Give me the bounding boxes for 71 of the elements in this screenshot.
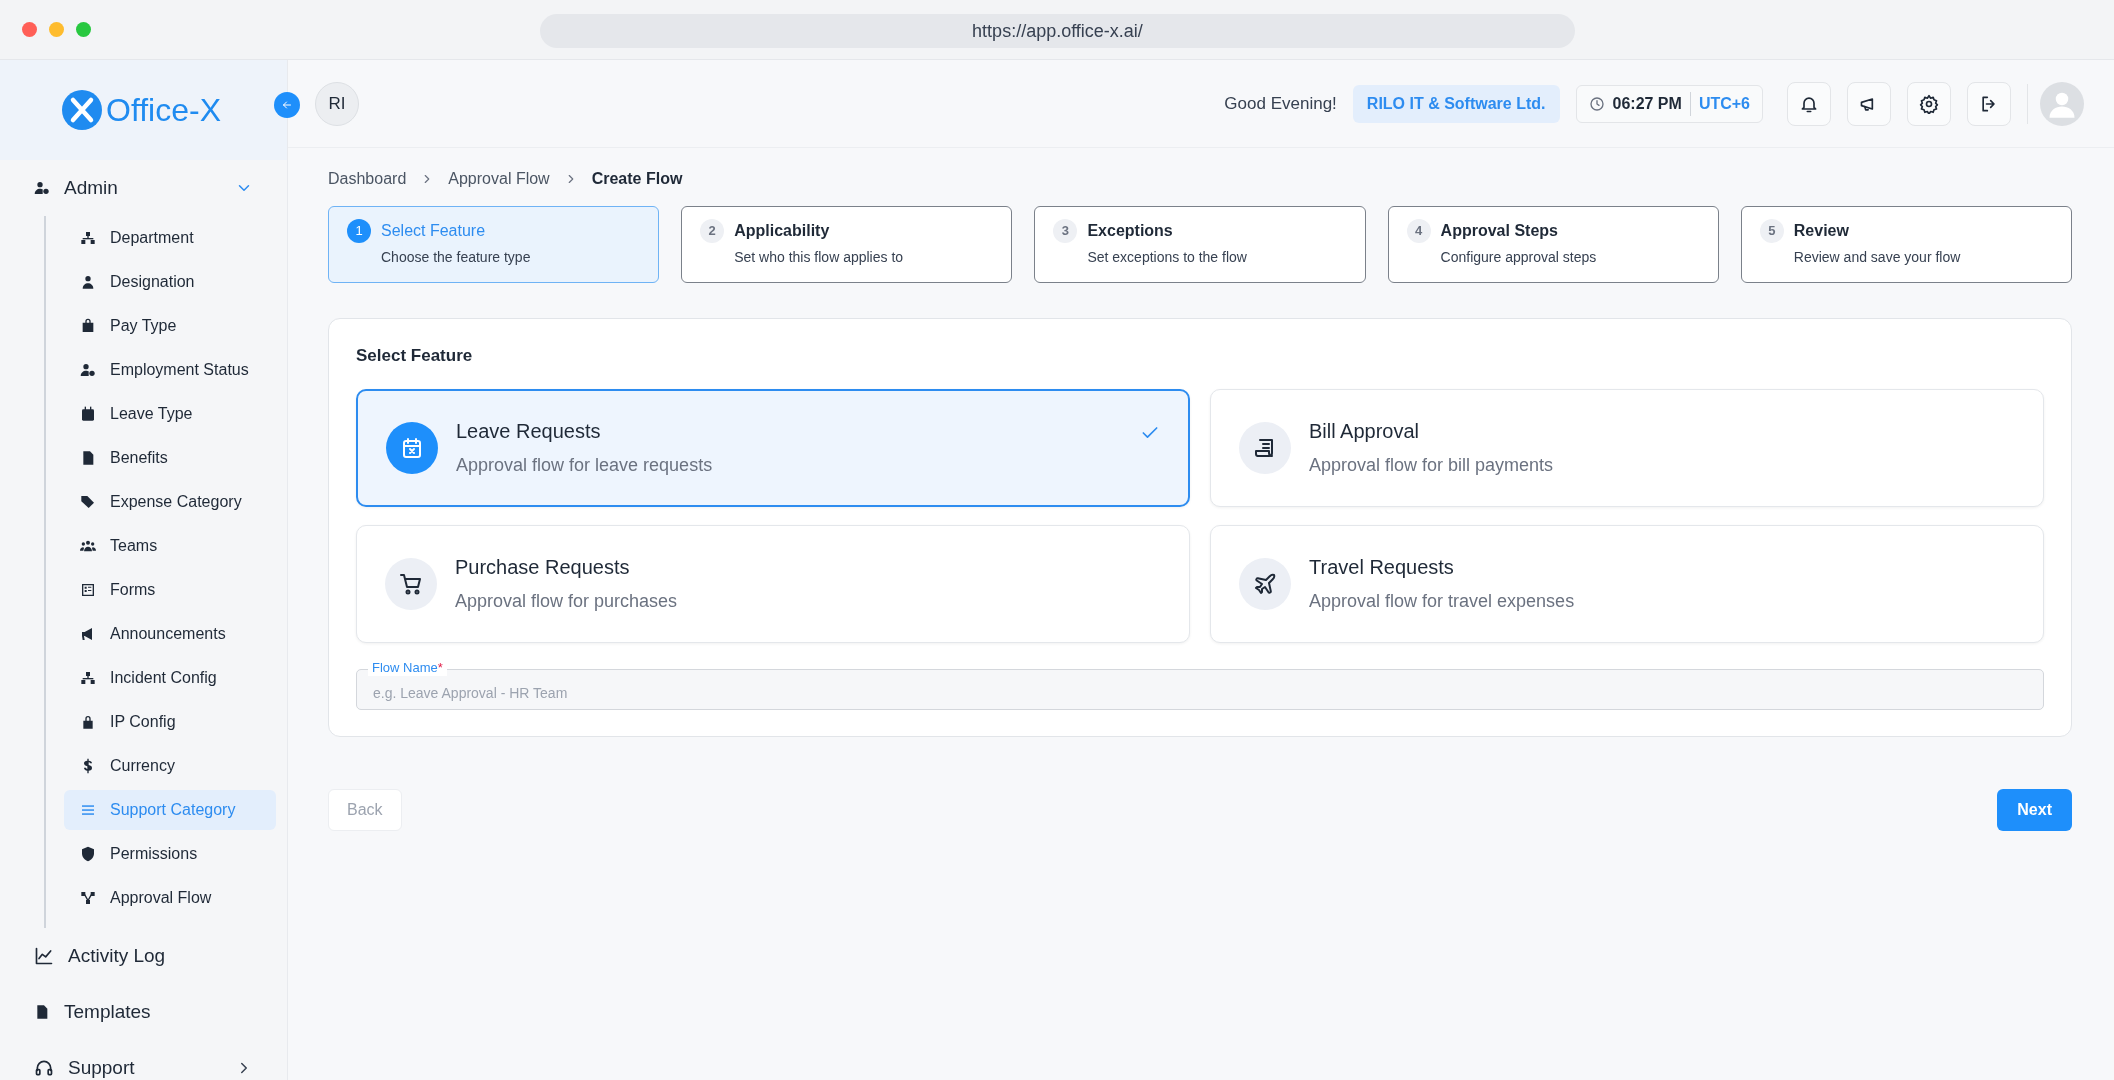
sidebar-item[interactable]: Teams (64, 526, 276, 566)
maximize-window-dot[interactable] (76, 22, 91, 37)
sidebar-item[interactable]: Templates (0, 984, 287, 1040)
sidebar-item[interactable]: Approval Flow (64, 878, 276, 918)
breadcrumb-link[interactable]: Approval Flow (448, 167, 550, 191)
sidebar-item[interactable]: Currency (64, 746, 276, 786)
plane-icon (1253, 571, 1277, 596)
sidebar-item[interactable]: IP Config (64, 702, 276, 742)
company-name: RILO IT & Software Ltd. (1352, 84, 1560, 123)
calendar-icon (80, 406, 96, 422)
sidebar-item[interactable]: Leave Type (64, 394, 276, 434)
sidebar-item[interactable]: Incident Config (64, 658, 276, 698)
breadcrumb-current: Create Flow (591, 169, 683, 189)
headset-icon (34, 1058, 54, 1078)
step-tab[interactable]: 1 Select Feature Choose the feature type (328, 206, 660, 283)
step-tab[interactable]: 2 Applicability Set who this flow applies to (681, 206, 1013, 283)
greeting-text: Good Evening! (1224, 92, 1337, 115)
time-display: 06:27 PM UTC+6 (1575, 84, 1763, 123)
person-gear-icon (34, 180, 50, 196)
flow-icon (80, 890, 96, 906)
settings-icon (1919, 93, 1939, 114)
sidebar-item[interactable]: Expense Category (64, 482, 276, 522)
tags-icon (80, 494, 96, 510)
sidebar-item[interactable]: Benefits (64, 438, 276, 478)
department-icon (80, 230, 96, 246)
cart-icon (399, 571, 423, 596)
form-icon (80, 582, 96, 598)
user-initials: RI (315, 81, 359, 126)
sidebar-item[interactable]: Activity Log (0, 928, 287, 984)
logo-mark-icon (62, 90, 102, 130)
document-icon (34, 1004, 50, 1020)
address-bar[interactable]: https://app.office-x.ai/ (540, 14, 1575, 48)
close-window-dot[interactable] (22, 22, 37, 37)
sidebar-item[interactable]: Forms (64, 570, 276, 610)
sitemap-icon (80, 670, 96, 686)
document-icon (80, 450, 96, 466)
people-icon (80, 538, 96, 554)
collapse-sidebar-button[interactable] (274, 92, 300, 118)
sidebar-item[interactable]: Pay Type (64, 306, 276, 346)
settings-button[interactable] (1907, 81, 1951, 126)
step-tab[interactable]: 3 Exceptions Set exceptions to the flow (1034, 206, 1366, 283)
section-title: Select Feature (356, 345, 474, 367)
logout-button[interactable] (1967, 81, 2011, 126)
announcements-button[interactable] (1847, 81, 1891, 126)
sidebar-item[interactable]: Support (0, 1040, 287, 1080)
calendar-icon (400, 435, 424, 460)
feature-option[interactable]: Purchase Requests Approval flow for purchases (356, 524, 1190, 643)
sidebar-item[interactable]: Admin (0, 160, 287, 216)
feature-option[interactable]: Bill Approval Approval flow for bill payments (1210, 388, 2044, 507)
logo-text: Office-X (106, 91, 221, 130)
sidebar-item[interactable]: Department (64, 218, 276, 258)
step-tab[interactable]: 5 Review Review and save your flow (1740, 206, 2072, 283)
sidebar-item[interactable]: Employment Status (64, 350, 276, 390)
list-icon (80, 802, 96, 818)
bag-icon (80, 318, 96, 334)
step-tab[interactable]: 4 Approval Steps Configure approval steps (1387, 206, 1719, 283)
minimize-window-dot[interactable] (49, 22, 64, 37)
person-icon (80, 274, 96, 290)
breadcrumb-link[interactable]: Dashboard (328, 167, 407, 191)
chart-line-icon (34, 946, 54, 966)
feature-option[interactable]: Leave Requests Approval flow for leave requests (356, 388, 1190, 507)
clock-icon (1588, 95, 1605, 112)
sidebar-item[interactable]: Permissions (64, 834, 276, 874)
arrow-left-icon (281, 99, 293, 111)
sidebar-item[interactable]: Announcements (64, 614, 276, 654)
person-gear-icon (80, 362, 96, 378)
shield-icon (80, 846, 96, 862)
notifications-button[interactable] (1787, 81, 1831, 126)
feature-option[interactable]: Travel Requests Approval flow for travel expenses (1210, 524, 2044, 643)
lock-icon (80, 714, 96, 730)
sidebar-item[interactable]: Designation (64, 262, 276, 302)
